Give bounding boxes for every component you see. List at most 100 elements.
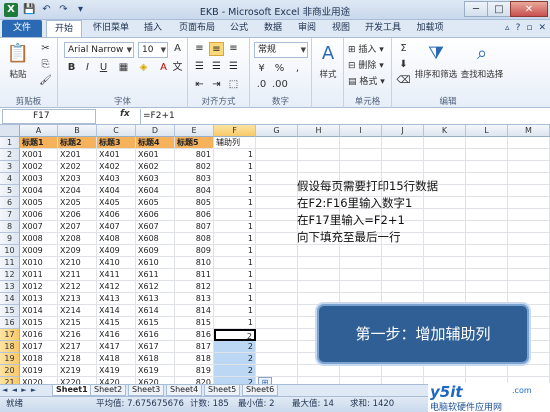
table-cell[interactable]: X213 [58, 293, 97, 305]
table-cell[interactable]: X406 [97, 209, 136, 221]
collapse-ribbon-icon[interactable]: ▵ [505, 23, 510, 33]
table-cell[interactable]: X418 [97, 353, 136, 365]
table-cell[interactable]: X401 [97, 149, 136, 161]
table-cell[interactable] [340, 149, 382, 161]
table-cell[interactable] [508, 149, 550, 161]
table-cell[interactable] [466, 209, 508, 221]
table-cell[interactable]: X019 [20, 365, 58, 377]
tab-view[interactable]: 视图 [326, 20, 356, 37]
table-cell[interactable] [340, 257, 382, 269]
row-header[interactable]: 8 [0, 221, 20, 233]
table-cell[interactable] [298, 161, 340, 173]
table-cell[interactable]: X211 [58, 269, 97, 281]
table-cell[interactable] [298, 149, 340, 161]
table-cell[interactable] [508, 281, 550, 293]
row-header[interactable]: 5 [0, 185, 20, 197]
increase-indent-icon[interactable]: ⇥ [209, 78, 224, 92]
table-cell[interactable]: X003 [20, 173, 58, 185]
select-all-corner[interactable] [0, 125, 20, 137]
header-cell[interactable]: 标题4 [136, 137, 175, 149]
column-header[interactable]: E [175, 125, 214, 137]
table-cell[interactable]: X207 [58, 221, 97, 233]
table-cell[interactable] [298, 269, 340, 281]
column-header[interactable]: I [340, 125, 382, 137]
table-cell[interactable]: 2 [214, 329, 256, 341]
tab-file[interactable]: 文件 [2, 20, 42, 37]
column-header[interactable]: D [136, 125, 175, 137]
table-cell[interactable]: 1 [214, 221, 256, 233]
table-cell[interactable]: 806 [175, 209, 214, 221]
sheet-tab[interactable]: Sheet2 [90, 385, 127, 396]
align-bottom-icon[interactable]: ≡ [226, 42, 241, 56]
table-cell[interactable]: X408 [97, 233, 136, 245]
table-cell[interactable]: X411 [97, 269, 136, 281]
table-cell[interactable]: X212 [58, 281, 97, 293]
column-header[interactable]: F [214, 125, 256, 137]
table-cell[interactable] [298, 281, 340, 293]
table-cell[interactable] [466, 245, 508, 257]
table-cell[interactable] [382, 365, 424, 377]
row-header[interactable]: 21 [0, 377, 20, 384]
table-cell[interactable]: X603 [136, 173, 175, 185]
table-cell[interactable]: 1 [214, 293, 256, 305]
table-cell[interactable]: 801 [175, 149, 214, 161]
table-cell[interactable]: X202 [58, 161, 97, 173]
row-header[interactable]: 12 [0, 269, 20, 281]
table-cell[interactable] [466, 269, 508, 281]
table-cell[interactable]: X005 [20, 197, 58, 209]
table-cell[interactable] [424, 281, 466, 293]
table-cell[interactable]: X007 [20, 221, 58, 233]
table-cell[interactable] [340, 281, 382, 293]
tab-addins[interactable]: 加载项 [410, 20, 450, 37]
minimize-button[interactable]: ─ [464, 1, 488, 17]
table-cell[interactable]: X206 [58, 209, 97, 221]
row-header[interactable]: 18 [0, 341, 20, 353]
table-cell[interactable] [508, 365, 550, 377]
row-header[interactable]: 20 [0, 365, 20, 377]
font-color-icon[interactable]: A [156, 61, 171, 75]
table-cell[interactable]: 818 [175, 353, 214, 365]
table-cell[interactable]: 2 [214, 341, 256, 353]
table-cell[interactable] [466, 221, 508, 233]
table-cell[interactable]: 1 [214, 233, 256, 245]
find-select-button[interactable]: ⌕ 查找和选择 [460, 42, 504, 80]
table-cell[interactable] [424, 245, 466, 257]
table-cell[interactable] [424, 161, 466, 173]
table-cell[interactable] [466, 233, 508, 245]
tab-formulas[interactable]: 公式 [224, 20, 254, 37]
undo-icon[interactable]: ↶ [39, 2, 54, 17]
table-cell[interactable]: X412 [97, 281, 136, 293]
percent-icon[interactable]: % [272, 62, 287, 76]
paste-button[interactable]: 📋 粘贴 [4, 42, 32, 80]
tab-insert[interactable]: 插入 [138, 20, 168, 37]
merge-center-icon[interactable]: ⬚ [226, 78, 241, 92]
table-cell[interactable] [256, 317, 298, 329]
table-cell[interactable] [508, 233, 550, 245]
table-cell[interactable]: 805 [175, 197, 214, 209]
row-header[interactable]: 4 [0, 173, 20, 185]
fill-color-icon[interactable]: ◈ [136, 61, 151, 75]
table-cell[interactable] [424, 149, 466, 161]
table-cell[interactable] [508, 173, 550, 185]
table-cell[interactable] [256, 149, 298, 161]
table-cell[interactable]: X407 [97, 221, 136, 233]
table-cell[interactable]: X601 [136, 149, 175, 161]
column-header[interactable]: M [508, 125, 550, 137]
table-cell[interactable]: X615 [136, 317, 175, 329]
table-cell[interactable] [382, 245, 424, 257]
table-cell[interactable]: X011 [20, 269, 58, 281]
table-cell[interactable]: X405 [97, 197, 136, 209]
row-header[interactable]: 6 [0, 197, 20, 209]
fill-icon[interactable]: ⬇ [396, 58, 411, 72]
table-cell[interactable] [256, 209, 298, 221]
table-cell[interactable] [256, 269, 298, 281]
row-header[interactable]: 17 [0, 329, 20, 341]
table-cell[interactable]: X413 [97, 293, 136, 305]
align-top-icon[interactable]: ≡ [192, 42, 207, 56]
table-cell[interactable]: 1 [214, 317, 256, 329]
sheet-tab[interactable]: Sheet1 [52, 385, 92, 396]
align-center-icon[interactable]: ☰ [209, 60, 224, 74]
number-format-select[interactable]: 常规 ▼ [254, 42, 308, 58]
table-cell[interactable]: 1 [214, 209, 256, 221]
table-cell[interactable]: X410 [97, 257, 136, 269]
